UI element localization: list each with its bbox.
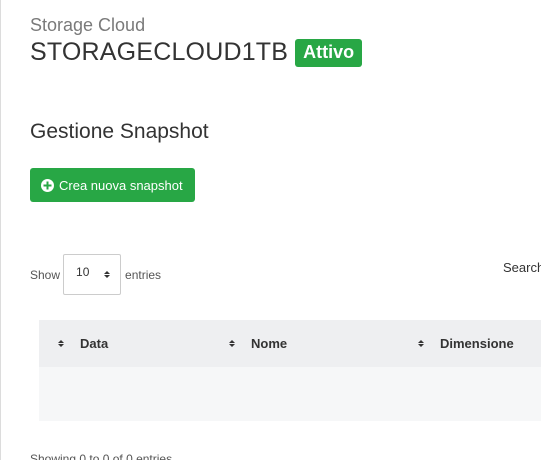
column-header-dimensione[interactable]: Dimensione (418, 320, 514, 367)
page-title: STORAGECLOUD1TB (30, 38, 289, 66)
sort-icon (229, 340, 235, 347)
page-length-select[interactable]: 10 (63, 254, 122, 295)
title-row: STORAGECLOUD1TB Attivo (30, 38, 363, 67)
plus-circle-icon (41, 178, 54, 192)
page-length-value: 10 (76, 264, 90, 279)
column-header-label: Nome (251, 336, 288, 351)
create-snapshot-button[interactable]: Crea nuova snapshot (30, 168, 195, 202)
service-subtitle: Storage Cloud (30, 15, 146, 35)
sort-icon (418, 340, 424, 347)
section-heading: Gestione Snapshot (30, 120, 209, 143)
column-header-nome[interactable]: Nome (229, 320, 287, 367)
table-header: Data Nome Dimensione (39, 320, 541, 367)
column-header-label: Data (80, 336, 109, 351)
column-header-label: Dimensione (440, 336, 514, 351)
status-badge: Attivo (295, 38, 363, 67)
page: Storage Cloud STORAGECLOUD1TB Attivo Ges… (0, 0, 541, 460)
show-label: Show (30, 267, 61, 282)
page-length-control: Show 10 entries (30, 254, 161, 295)
empty-table-row (39, 367, 541, 421)
sort-icon (58, 340, 64, 347)
search-label: Search (503, 260, 541, 275)
entries-label: entries (125, 267, 162, 282)
select-arrows-icon (104, 271, 111, 278)
table-info: Showing 0 to 0 of 0 entries (30, 452, 173, 460)
create-snapshot-label: Crea nuova snapshot (59, 177, 183, 193)
snapshot-table: Data Nome Dimensione (39, 320, 541, 421)
column-header-data[interactable]: Data (58, 320, 108, 367)
